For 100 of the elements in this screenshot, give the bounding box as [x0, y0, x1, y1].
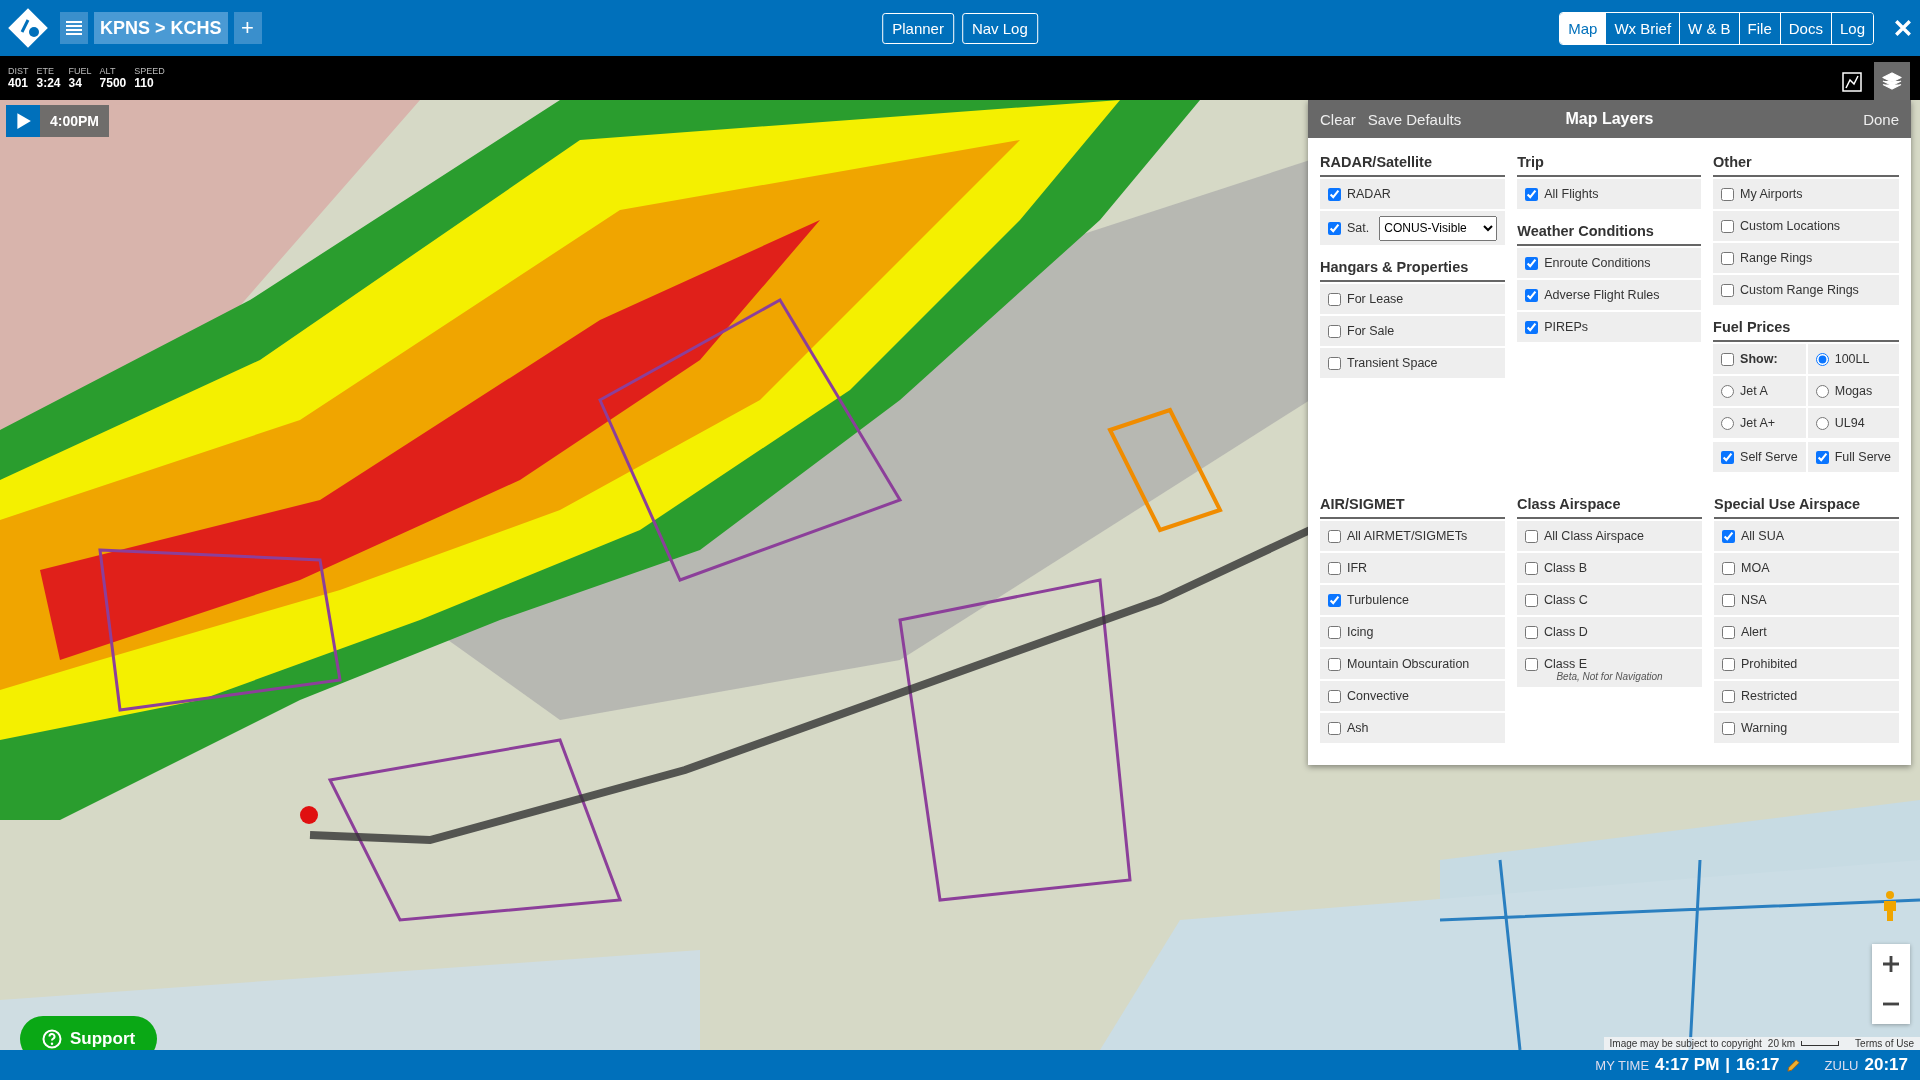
layer-checkbox[interactable]: [1721, 219, 1735, 233]
layer-checkbox[interactable]: [1722, 721, 1735, 735]
scale-label: 20 km: [1767, 1038, 1796, 1049]
layer-label: All Class Airspace: [1544, 529, 1645, 543]
satellite-select[interactable]: CONUS-Visible: [1379, 215, 1498, 241]
layer-checkbox[interactable]: [1328, 187, 1341, 201]
stat-value: 110: [134, 76, 155, 90]
layers-icon: [1882, 71, 1902, 91]
panel-action-button[interactable]: Clear: [1314, 106, 1362, 132]
layer-label: Restricted: [1741, 689, 1798, 703]
service-label: Self Serve: [1740, 450, 1798, 464]
stat-value: 7500: [99, 76, 127, 90]
route-button[interactable]: KPNS > KCHS: [94, 12, 228, 44]
fuel-radio[interactable]: [1815, 352, 1829, 366]
layer-label: IFR: [1347, 561, 1368, 575]
stat-label: DIST: [8, 66, 29, 76]
layer-checkbox[interactable]: [1525, 256, 1539, 270]
stat-label: SPEED: [134, 66, 165, 76]
panel-action-button[interactable]: Save Defaults: [1361, 106, 1468, 132]
fuel-label: Jet A+: [1740, 416, 1776, 430]
layer-label: Turbulence: [1347, 593, 1410, 607]
layer-label: Sat.: [1347, 221, 1370, 235]
layer-checkbox[interactable]: [1525, 625, 1538, 639]
layers-button[interactable]: [1874, 62, 1910, 100]
fuel-radio[interactable]: [1721, 416, 1735, 430]
my-time-label: MY TIME: [1595, 1057, 1650, 1073]
fuel-radio[interactable]: [1721, 384, 1735, 398]
layer-label: For Lease: [1347, 292, 1404, 306]
fuel-radio[interactable]: [1815, 384, 1829, 398]
done-button[interactable]: Done: [1857, 106, 1905, 132]
layer-checkbox[interactable]: [1525, 529, 1538, 543]
layer-label: PIREPs: [1544, 320, 1588, 334]
layer-label: My Airports: [1740, 187, 1803, 201]
layer-checkbox[interactable]: [1328, 356, 1341, 370]
layer-checkbox[interactable]: [1722, 625, 1735, 639]
service-checkbox[interactable]: [1815, 450, 1829, 464]
layer-checkbox[interactable]: [1328, 689, 1341, 703]
plus-icon: [1883, 956, 1899, 972]
service-label: Full Serve: [1834, 450, 1891, 464]
pencil-icon[interactable]: [1785, 1057, 1801, 1073]
show-checkbox[interactable]: [1721, 352, 1735, 366]
layer-checkbox[interactable]: [1722, 561, 1735, 575]
layer-label: Custom Range Rings: [1740, 283, 1859, 297]
fuel-label: Mogas: [1834, 384, 1873, 398]
stat-label: ETE: [36, 66, 56, 76]
layer-checkbox[interactable]: [1328, 529, 1341, 543]
layer-checkbox[interactable]: [1525, 657, 1538, 671]
layer-label: NSA: [1741, 593, 1767, 607]
layer-checkbox[interactable]: [1328, 721, 1341, 735]
layer-checkbox[interactable]: [1721, 187, 1735, 201]
layer-checkbox[interactable]: [1721, 251, 1735, 265]
nav-tab[interactable]: Log: [1830, 12, 1873, 44]
layer-checkbox[interactable]: [1525, 593, 1538, 607]
play-icon: [14, 112, 32, 130]
section-heading: AIR/SIGMET: [1320, 492, 1505, 519]
time-separator: |: [1725, 1055, 1731, 1075]
layer-checkbox[interactable]: [1328, 324, 1341, 338]
layer-label: For Sale: [1347, 324, 1395, 338]
layer-checkbox[interactable]: [1525, 561, 1538, 575]
layer-checkbox[interactable]: [1525, 288, 1539, 302]
terms-link[interactable]: Terms of Use: [1855, 1038, 1914, 1049]
layer-checkbox[interactable]: [1328, 561, 1341, 575]
layer-note: Beta, Not for Navigation: [1555, 671, 1664, 682]
layer-checkbox[interactable]: [1525, 320, 1539, 334]
nav-tab[interactable]: Map: [1560, 12, 1606, 44]
layer-label: Prohibited: [1741, 657, 1798, 671]
fuel-radio[interactable]: [1815, 416, 1829, 430]
layer-checkbox[interactable]: [1328, 221, 1341, 235]
layer-checkbox[interactable]: [1328, 292, 1341, 306]
zulu-label: ZULU: [1824, 1057, 1859, 1073]
close-icon[interactable]: [1894, 19, 1912, 37]
add-button[interactable]: +: [233, 12, 262, 44]
menu-button[interactable]: [60, 12, 88, 44]
layer-checkbox[interactable]: [1328, 625, 1341, 639]
layer-checkbox[interactable]: [1722, 657, 1735, 671]
support-button[interactable]: Support: [20, 1016, 158, 1050]
layer-label: All SUA: [1741, 529, 1785, 543]
layer-checkbox[interactable]: [1722, 593, 1735, 607]
layer-checkbox[interactable]: [1525, 187, 1539, 201]
layer-checkbox[interactable]: [1722, 689, 1735, 703]
zoom-in-button[interactable]: [1872, 944, 1910, 984]
scale-bar: [1801, 1041, 1840, 1046]
layer-checkbox[interactable]: [1328, 593, 1341, 607]
layer-label: Enroute Conditions: [1544, 256, 1651, 270]
layer-checkbox[interactable]: [1328, 657, 1341, 671]
section-heading: RADAR/Satellite: [1320, 150, 1506, 177]
layer-checkbox[interactable]: [1721, 283, 1735, 297]
service-checkbox[interactable]: [1721, 450, 1735, 464]
zoom-out-button[interactable]: [1872, 984, 1910, 1024]
stat-value: 34: [68, 76, 83, 90]
copyright-text: Image may be subject to copyright: [1609, 1038, 1762, 1049]
play-button[interactable]: [6, 105, 40, 137]
section-heading: Class Airspace: [1517, 492, 1702, 519]
stat-value: 401: [8, 76, 29, 90]
route-profile-icon[interactable]: [1842, 72, 1862, 92]
layer-checkbox[interactable]: [1722, 529, 1735, 543]
layer-label: Class B: [1544, 561, 1588, 575]
stat-label: ALT: [99, 66, 117, 76]
section-heading: Special Use Airspace: [1714, 492, 1899, 519]
stat-label: FUEL: [68, 66, 92, 76]
